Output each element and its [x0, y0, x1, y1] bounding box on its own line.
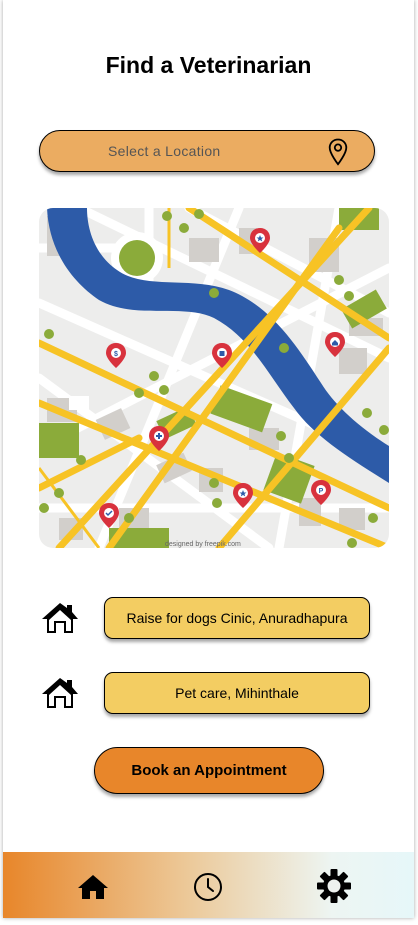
- nav-history-button[interactable]: [188, 866, 228, 906]
- svg-text:P: P: [319, 488, 324, 495]
- svg-text:$: $: [114, 351, 118, 358]
- home-icon: [42, 678, 78, 708]
- clinic-row: Pet care, Mihinthale: [39, 672, 379, 716]
- city-map: $ P designed by freepik.com: [39, 208, 389, 548]
- location-pin-icon: [328, 138, 348, 166]
- home-icon: [78, 875, 108, 899]
- book-appointment-button[interactable]: Book an Appointment: [94, 747, 324, 794]
- home-icon: [42, 603, 78, 633]
- location-placeholder: Select a Location: [108, 143, 221, 159]
- clock-icon: [194, 873, 222, 901]
- bottom-nav: [3, 852, 414, 918]
- nav-settings-button[interactable]: [314, 866, 354, 906]
- location-select[interactable]: Select a Location: [39, 130, 375, 172]
- map-credit: designed by freepik.com: [165, 541, 241, 548]
- clinic-button-raise-for-dogs[interactable]: Raise for dogs Cinic, Anuradhapura: [104, 597, 370, 639]
- map-view[interactable]: $ P designed by freepik.com: [39, 208, 389, 548]
- page-title: Find a Veterinarian: [105, 52, 312, 78]
- gear-icon: [317, 869, 351, 903]
- clinic-button-pet-care[interactable]: Pet care, Mihinthale: [104, 672, 370, 714]
- clinic-row: Raise for dogs Cinic, Anuradhapura: [39, 597, 379, 641]
- app-screen: Find a Veterinarian Select a Location $ …: [3, 0, 414, 918]
- nav-home-button[interactable]: [73, 866, 113, 906]
